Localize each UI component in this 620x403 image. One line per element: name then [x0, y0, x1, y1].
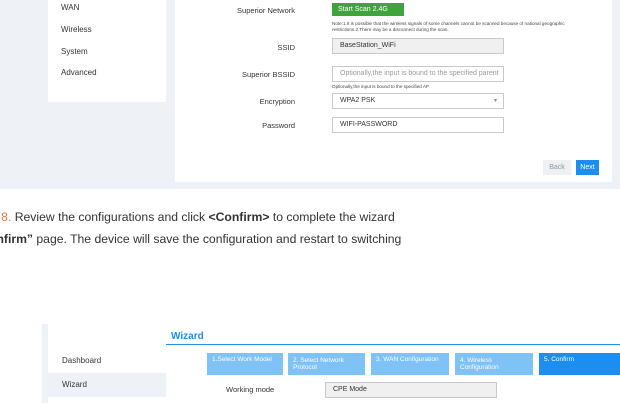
password-label: Password [262, 121, 295, 130]
bottom-screenshot: Dashboard Wizard Wizard 1.Select Work Mo… [42, 324, 620, 403]
top-screenshot: WAN Wireless System Advanced Superior Ne… [0, 0, 620, 189]
step-8-instruction-continued: onfirm” page. The device will save the c… [0, 232, 609, 246]
ssid-field[interactable]: BaseStation_WiFi [332, 38, 504, 54]
encryption-label: Encryption [259, 97, 295, 106]
scan-note: Note:1.It is possible that the wireless … [332, 21, 565, 32]
step-8-instruction: p 8. Review the configurations and click… [0, 210, 611, 224]
sidebar-item-wan[interactable]: WAN [61, 3, 79, 12]
sidebar-item-system[interactable]: System [61, 47, 88, 56]
instruction-tail: to complete the wizard [269, 210, 395, 224]
wizard-step-2[interactable]: 2. Select Network Protocol [288, 353, 365, 375]
instruction-line2: page. The device will save the configura… [33, 232, 402, 246]
sidebar: WAN Wireless System Advanced [48, 0, 166, 102]
bssid-input[interactable]: Optionally,the input is bound to the spe… [332, 66, 504, 82]
instruction-text: Review the configurations and click [11, 210, 209, 224]
chevron-down-icon: ▾ [493, 98, 497, 104]
wizard-form-panel: Superior Network Start Scan 2.4G Note:1.… [175, 0, 612, 182]
superior-network-label: Superior Network [237, 6, 295, 15]
working-mode-label: Working mode [226, 385, 275, 394]
bssid-hint: Optionally,the input is bound to the spe… [332, 84, 429, 89]
working-mode-field[interactable]: CPE Mode [325, 382, 497, 398]
confirm-keyword: <Confirm> [208, 210, 270, 224]
wizard-step-1[interactable]: 1.Select Work Model [207, 353, 283, 375]
password-input[interactable]: WIFI-PASSWORD [332, 117, 504, 133]
encryption-select[interactable]: WPA2 PSK ▾ [332, 93, 504, 109]
title-divider [166, 344, 620, 345]
sidebar: Dashboard Wizard [48, 324, 166, 403]
page-title: Wizard [171, 331, 204, 342]
sidebar-item-advanced[interactable]: Advanced [61, 68, 97, 77]
ssid-label: SSID [277, 43, 295, 52]
confirm-page-keyword: onfirm” [0, 232, 34, 246]
next-button[interactable]: Next [576, 160, 599, 175]
wizard-step-4[interactable]: 4. Wireless Configuration [455, 353, 533, 375]
encryption-value: WPA2 PSK [340, 97, 376, 104]
sidebar-item-dashboard[interactable]: Dashboard [48, 349, 166, 373]
sidebar-item-wizard[interactable]: Wizard [48, 373, 166, 397]
sidebar-item-wireless[interactable]: Wireless [61, 25, 92, 34]
bssid-label: Superior BSSID [242, 70, 295, 79]
back-button[interactable]: Back [543, 160, 571, 175]
wizard-panel: Wizard 1.Select Work Model 2. Select Net… [166, 324, 620, 403]
wizard-step-5[interactable]: 5. Confirm [539, 353, 620, 375]
start-scan-button[interactable]: Start Scan 2.4G [332, 3, 404, 16]
step-number: p 8. [0, 210, 12, 224]
wizard-step-3[interactable]: 3. WAN Configuration [371, 353, 449, 375]
